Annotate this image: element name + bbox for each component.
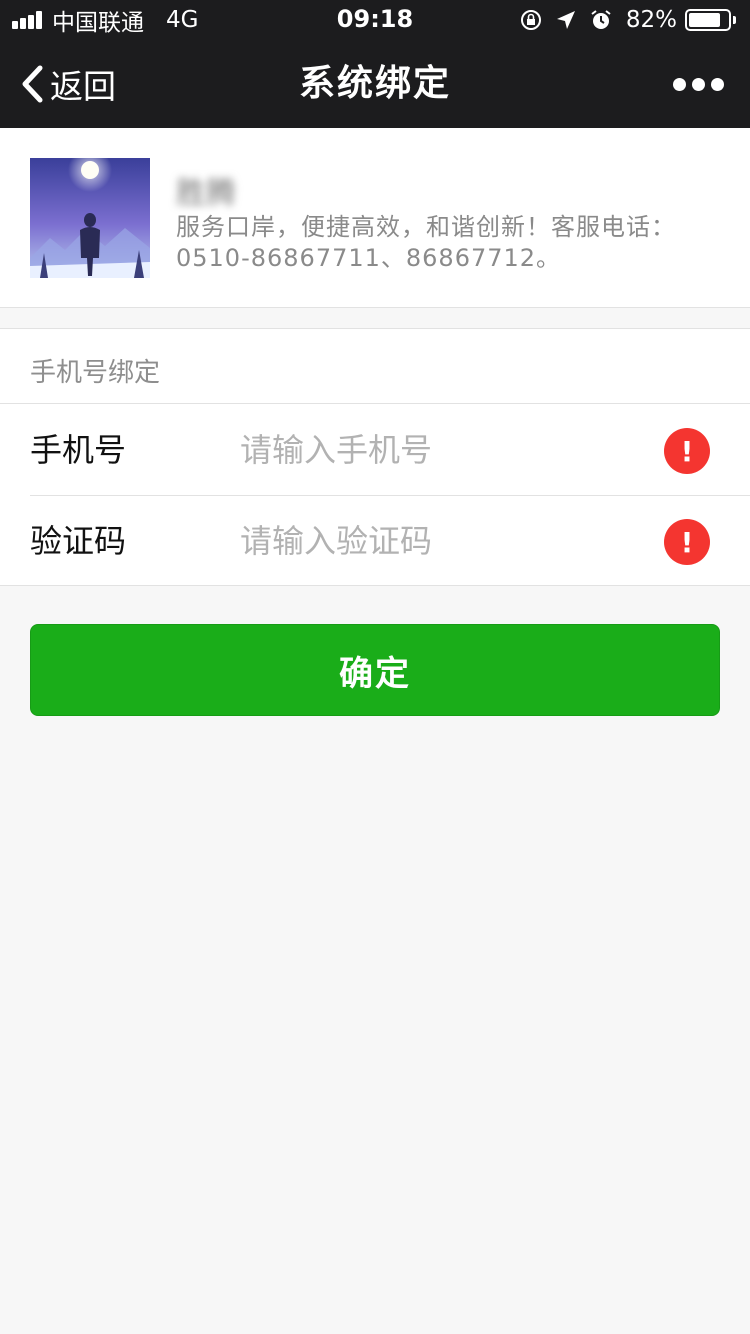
code-row: 验证码 ! — [0, 495, 750, 587]
account-name: 胜腾 — [176, 176, 236, 211]
status-right: 82% — [520, 6, 736, 34]
phone-input[interactable] — [240, 426, 640, 474]
avatar — [30, 158, 150, 278]
battery-percent: 82% — [625, 7, 677, 33]
account-description: 服务口岸，便捷高效，和谐创新！客服电话：0510-86867711、868677… — [176, 213, 676, 272]
code-label: 验证码 — [30, 522, 127, 560]
nav-bar: 返回 系统绑定 — [0, 40, 750, 128]
phone-row: 手机号 ! — [0, 403, 750, 495]
phone-label: 手机号 — [30, 431, 127, 469]
status-bar: 中国联通 4G 09:18 82% — [0, 0, 750, 40]
code-input[interactable] — [240, 517, 640, 565]
code-warning-icon: ! — [664, 519, 710, 565]
page-title: 系统绑定 — [298, 63, 451, 104]
alarm-icon — [590, 9, 612, 31]
phone-warning-icon: ! — [664, 428, 710, 474]
account-profile: 胜腾 服务口岸，便捷高效，和谐创新！客服电话：0510-86867711、868… — [0, 128, 750, 308]
confirm-button[interactable]: 确定 — [30, 624, 720, 716]
battery-icon — [685, 9, 736, 31]
rotation-lock-icon — [520, 9, 542, 31]
phone-binding-form: 手机号绑定 手机号 ! 验证码 ! — [0, 328, 750, 586]
battery-fill — [689, 13, 721, 27]
section-title: 手机号绑定 — [30, 358, 161, 388]
location-icon — [556, 10, 576, 30]
more-dots-icon[interactable] — [667, 40, 724, 128]
